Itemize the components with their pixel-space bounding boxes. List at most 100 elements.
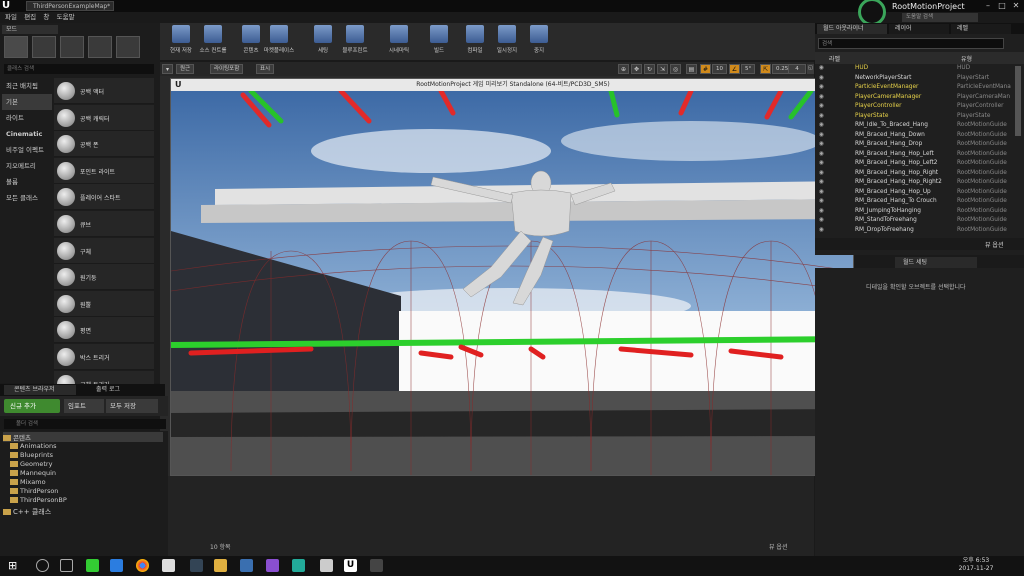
visibility-eye-icon[interactable]: ◉ [819,188,824,198]
tab-layers[interactable]: 레이어 [889,24,949,34]
category-item[interactable]: 볼륨 [2,174,52,190]
task-view-icon[interactable] [60,559,73,572]
surface-snap-icon[interactable]: ▤ [686,64,697,74]
cinematics-button[interactable]: 시네마틱 [382,25,416,54]
geometry-mode-icon[interactable] [116,36,140,58]
outliner-row[interactable]: ◉ RM_DropToFreehang RootMotionGuide [815,226,1014,235]
app-icon[interactable] [292,559,305,572]
visibility-eye-icon[interactable]: ◉ [819,112,824,122]
tree-item-content[interactable]: 콘텐츠 [3,432,163,442]
outliner-row[interactable]: ◉ RM_Braced_Hang_Drop RootMotionGuide [815,140,1014,150]
viewport-menu-icon[interactable]: ▾ [162,64,173,74]
unreal-taskbar-icon[interactable]: U [344,559,357,572]
outliner-row[interactable]: ◉ PlayerState PlayerState [815,112,1014,122]
rotation-size[interactable]: 5° [741,64,756,74]
outliner-row[interactable]: ◉ NetworkPlayerStart PlayerStart [815,74,1014,84]
game-preview-window[interactable]: RootMotionProject 게임 미리보기 Standalone (64… [170,78,855,476]
minimize-icon[interactable]: – [981,0,995,12]
scale-icon[interactable]: ⇲ [657,64,668,74]
category-item[interactable]: 라이트 [2,110,52,126]
place-mode-icon[interactable] [4,36,28,58]
outliner-row[interactable]: ◉ RM_Idle_To_Braced_Hang RootMotionGuide [815,121,1014,131]
tree-item[interactable]: ThirdPerson [10,487,58,495]
visibility-eye-icon[interactable]: ◉ [819,150,824,160]
close-icon[interactable]: ✕ [1009,0,1023,12]
save-all-button[interactable]: 모두 저장 [106,399,158,413]
lit-button[interactable]: 라이팅포함 [210,64,244,74]
grid-size[interactable]: 10 [712,64,727,74]
outliner-search-input[interactable]: 검색 [818,38,1004,49]
placeable-item[interactable]: 원기둥 [54,264,154,291]
tab-levels[interactable]: 레벨 [951,24,1011,34]
maximize-viewport-icon[interactable]: ◱ [807,64,814,74]
stop-button[interactable]: 중지 [522,25,556,54]
tab-output-log[interactable]: 출력 로그 [86,385,138,395]
outliner-row[interactable]: ◉ RM_Braced_Hang_To Crouch RootMotionGuide [815,197,1014,207]
document-tab[interactable]: ThirdPersonExampleMap* [26,1,114,11]
app-icon[interactable] [370,559,383,572]
outliner-row[interactable]: ◉ ParticleEventManager ParticleEventMana [815,83,1014,93]
app-icon[interactable] [86,559,99,572]
outliner-row[interactable]: ◉ HUD HUD [815,64,1014,74]
foliage-mode-icon[interactable] [88,36,112,58]
build-button[interactable]: 빌드 [422,25,456,54]
settings-button[interactable]: 세팅 [306,25,340,54]
visibility-eye-icon[interactable]: ◉ [819,159,824,169]
placeable-item[interactable]: 플레이어 스타트 [54,184,154,211]
tree-item-cpp[interactable]: C++ 클래스 [3,507,51,517]
import-button[interactable]: 임포트 [64,399,104,413]
visibility-eye-icon[interactable]: ◉ [819,74,824,84]
maximize-icon[interactable]: □ [995,0,1009,12]
visibility-eye-icon[interactable]: ◉ [819,197,824,207]
placeable-item[interactable]: 원뿔 [54,290,154,317]
edge-icon[interactable] [110,559,123,572]
modes-tab[interactable]: 모드 [2,25,58,34]
marketplace-button[interactable]: 마켓플레이스 [262,25,296,54]
placeable-item[interactable]: 공백 캐릭터 [54,104,154,131]
placeable-item[interactable]: 평면 [54,317,154,344]
menu-window[interactable]: 창 [43,12,49,23]
view-options-button[interactable]: 뷰 옵션 [769,542,787,551]
placeable-item[interactable]: 구체 [54,237,154,264]
visibility-eye-icon[interactable]: ◉ [819,140,824,150]
app-icon[interactable] [320,559,333,572]
visibility-eye-icon[interactable]: ◉ [819,216,824,226]
category-item[interactable]: 비주얼 이펙트 [2,142,52,158]
visual-studio-icon[interactable] [266,559,279,572]
blueprints-button[interactable]: 블루프린트 [338,25,372,54]
placeable-item[interactable]: 포인트 라이트 [54,157,154,184]
outliner-row[interactable]: ◉ RM_StandToFreehang RootMotionGuide [815,216,1014,226]
chrome-icon[interactable] [136,559,149,572]
grid-snap-icon[interactable]: # [700,64,711,74]
tab-content-browser[interactable]: 콘텐츠 브라우저 [4,385,76,395]
outliner-row[interactable]: ◉ PlayerController PlayerController [815,102,1014,112]
outliner-row[interactable]: ◉ RM_Braced_Hang_Down RootMotionGuide [815,131,1014,141]
visibility-eye-icon[interactable]: ◉ [819,93,824,103]
visibility-eye-icon[interactable]: ◉ [819,207,824,217]
windows-start-icon[interactable]: ⊞ [8,559,21,572]
placeable-item[interactable]: 큐브 [54,210,154,237]
visibility-eye-icon[interactable]: ◉ [819,121,824,131]
outliner-row[interactable]: ◉ RM_Braced_Hang_Hop_Left2 RootMotionGuide [815,159,1014,169]
app-icon[interactable] [162,559,175,572]
tab-world-settings[interactable]: 월드 세팅 [895,257,977,268]
move-icon[interactable]: ✥ [631,64,642,74]
tree-item[interactable]: Mixamo [10,478,46,486]
tab-world-outliner[interactable]: 월드 아웃라이너 [817,24,887,34]
paint-mode-icon[interactable] [32,36,56,58]
app-icon[interactable] [190,559,203,572]
category-item[interactable]: Cinematic [2,126,52,142]
outliner-scrollbar[interactable] [1015,66,1021,136]
game-scene[interactable] [171,91,853,475]
scale-snap-icon[interactable]: ⇱ [760,64,771,74]
tree-item[interactable]: Animations [10,442,57,450]
select-icon[interactable]: ⊕ [618,64,629,74]
show-button[interactable]: 표시 [256,64,275,74]
outliner-row[interactable]: ◉ RM_Braced_Hang_Hop_Right2 RootMotionGuid… [815,178,1014,188]
visibility-eye-icon[interactable]: ◉ [819,226,824,235]
landscape-mode-icon[interactable] [60,36,84,58]
help-search-input[interactable]: 도움말 검색 [902,13,978,22]
add-new-button[interactable]: 신규 추가 [4,399,60,413]
placeable-item[interactable]: 박스 트리거 [54,343,154,370]
world-icon[interactable]: ◎ [670,64,681,74]
